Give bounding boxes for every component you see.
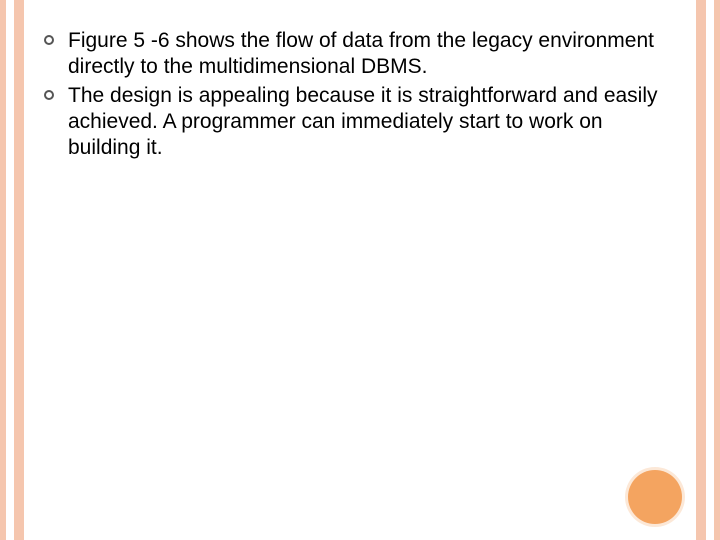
slide: Figure 5 -6 shows the flow of data from … [0,0,720,540]
accent-circle-icon [628,470,682,524]
right-stripe-outer [714,0,720,540]
bullet-circle-icon [44,35,54,45]
list-item: Figure 5 -6 shows the flow of data from … [44,28,676,81]
left-stripe-outer [0,0,6,540]
right-stripe-inner [696,0,706,540]
bullet-circle-icon [44,90,54,100]
bullet-text: Figure 5 -6 shows the flow of data from … [68,28,676,81]
left-stripe-inner [14,0,24,540]
content-area: Figure 5 -6 shows the flow of data from … [44,28,676,163]
bullet-text: The design is appealing because it is st… [68,83,676,162]
list-item: The design is appealing because it is st… [44,83,676,162]
